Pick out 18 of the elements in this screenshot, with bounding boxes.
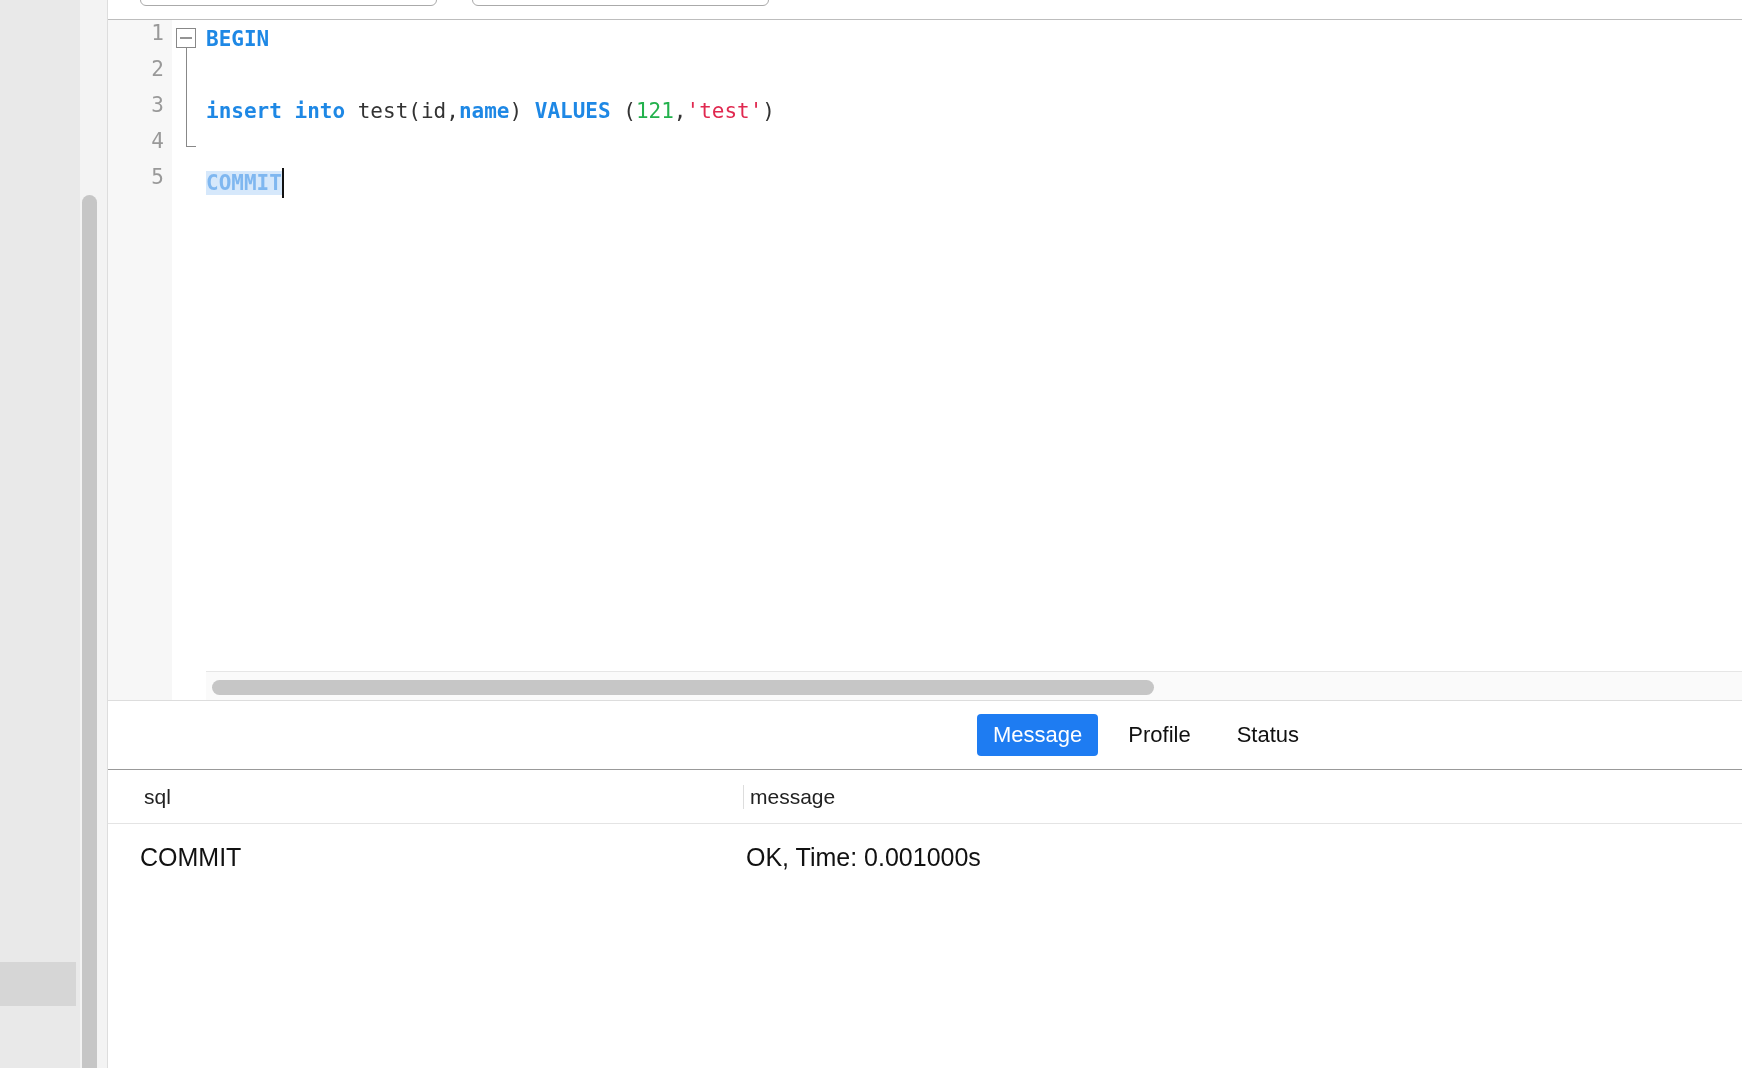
column-header[interactable]: sql	[108, 784, 743, 809]
code-line: BEGIN	[206, 26, 270, 53]
line-number: 3	[150, 93, 165, 119]
column-header[interactable]: message	[743, 784, 1742, 809]
table-cell-text: COMMIT	[139, 842, 243, 872]
line-number: 2	[150, 57, 165, 83]
result-tab[interactable]: Message	[977, 714, 1099, 756]
table-cell-text: OK, Time: 0.001000s	[745, 842, 982, 872]
code-line: insert into test(id,name) VALUES (121,'test')	[206, 98, 775, 125]
line-number: 5	[150, 165, 165, 191]
fold-toggle[interactable]	[176, 28, 196, 48]
scrollbar-thumb[interactable]	[212, 680, 1154, 695]
result-tab[interactable]: Profile	[1112, 714, 1207, 756]
line-number: 4	[150, 129, 165, 155]
line-number: 1	[150, 21, 165, 47]
minus-icon	[180, 37, 192, 39]
result-tab[interactable]: Status	[1220, 714, 1315, 756]
scrollbar-thumb[interactable]	[82, 195, 97, 1068]
